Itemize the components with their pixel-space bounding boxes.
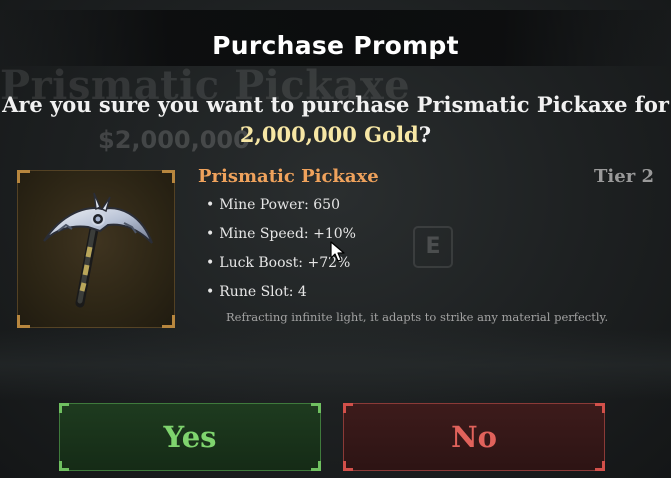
stat-label: Luck Boost: [219,255,304,271]
stat-label: Mine Speed: [219,226,309,242]
background-band [0,330,671,400]
no-button[interactable]: No [343,403,605,471]
button-corner [311,461,321,471]
item-description: Refracting infinite light, it adapts to … [226,310,609,324]
button-corner [595,403,605,413]
button-corner [311,403,321,413]
item-name: Prismatic Pickaxe [198,166,379,187]
item-tier: Tier 2 [594,166,654,187]
stat-label: Rune Slot: [219,284,294,300]
button-corner [595,461,605,471]
button-corner [59,461,69,471]
frame-corner [162,170,175,183]
purchase-question: Are you sure you want to purchase Prisma… [0,90,671,150]
purchase-question-line2: 2,000,000 Gold? [0,120,671,150]
purchase-question-line1: Are you sure you want to purchase Prisma… [2,92,669,117]
prompt-title: Purchase Prompt [212,31,459,60]
button-corner [343,461,353,471]
pickaxe-icon [43,192,153,308]
interact-key-hint: E [413,226,453,268]
mouse-cursor-icon [330,241,345,262]
no-button-label: No [451,420,497,454]
stat-value: +10% [313,226,356,242]
question-mark: ? [418,122,432,147]
yes-button-label: Yes [163,420,217,454]
yes-button[interactable]: Yes [59,403,321,471]
stat-label: Mine Power: [219,197,309,213]
stat-value: 650 [313,197,340,213]
stat-value: 4 [297,284,307,300]
prompt-header: Purchase Prompt [0,10,671,66]
frame-corner [17,170,30,183]
frame-corner [17,315,30,328]
button-corner [343,403,353,413]
button-corner [59,403,69,413]
purchase-price: 2,000,000 Gold [239,122,419,147]
stat-rune-slot: • Rune Slot: 4 [206,284,307,300]
frame-corner [162,315,175,328]
stat-mine-power: • Mine Power: 650 [206,197,340,213]
item-icon-frame [17,170,175,328]
